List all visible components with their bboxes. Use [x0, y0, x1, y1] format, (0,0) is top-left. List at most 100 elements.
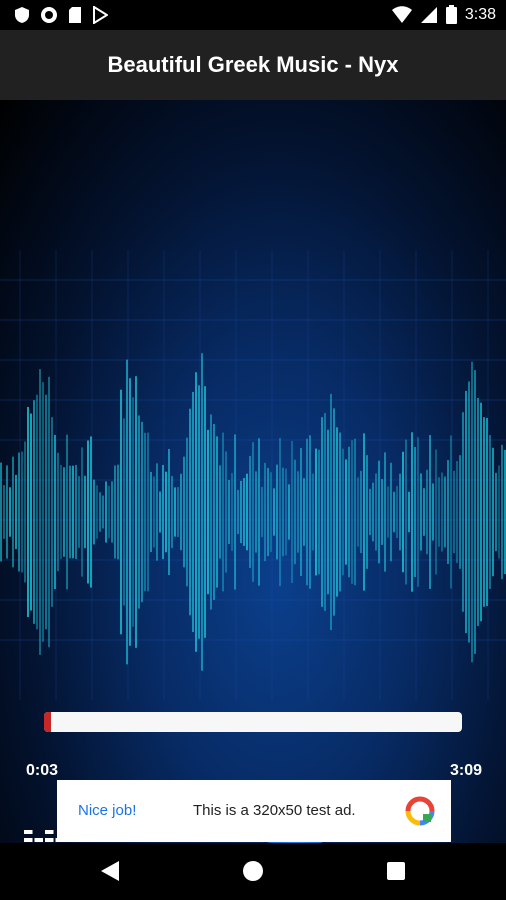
circle-icon — [41, 7, 57, 23]
wave-bar — [36, 394, 38, 630]
wave-bar — [99, 492, 101, 532]
home-icon[interactable] — [243, 861, 263, 881]
wave-bar — [120, 389, 122, 635]
wave-bar — [54, 434, 56, 590]
wave-bar — [9, 487, 11, 537]
wave-bar — [63, 467, 65, 557]
wave-bar — [90, 436, 92, 588]
ad-banner[interactable]: Nice job! This is a 320x50 test ad. — [57, 780, 451, 842]
wave-bar — [3, 485, 5, 539]
wave-bar — [444, 476, 446, 548]
wave-bar — [129, 378, 131, 646]
wave-bar — [264, 462, 266, 562]
wave-bar — [285, 468, 287, 556]
wave-bar — [462, 412, 464, 612]
wave-bar — [12, 456, 14, 568]
wave-bar — [60, 464, 62, 560]
wave-bar — [234, 434, 236, 590]
wave-bar — [150, 471, 152, 553]
wave-bar — [465, 390, 467, 634]
wave-bar — [24, 441, 26, 583]
wave-bar — [192, 392, 194, 632]
wave-bar — [309, 435, 311, 589]
wave-bar — [18, 452, 20, 572]
wave-bar — [138, 415, 140, 609]
wave-bar — [288, 484, 290, 540]
wave-bar — [390, 462, 392, 562]
wave-bar — [210, 414, 212, 610]
wave-bar — [279, 437, 281, 587]
wave-bar — [123, 418, 125, 606]
wave-bar — [387, 486, 389, 538]
wave-bar — [78, 476, 80, 548]
wave-bar — [6, 465, 8, 559]
equalizer-bar — [24, 838, 33, 842]
wave-bar — [42, 382, 44, 642]
wave-bar — [75, 464, 77, 560]
wave-bar — [141, 421, 143, 603]
wave-bar — [135, 376, 137, 648]
wave-bar — [447, 460, 449, 564]
wave-bar — [459, 455, 461, 569]
wave-bar — [480, 402, 482, 622]
wave-bar — [48, 376, 50, 648]
wave-bar — [168, 448, 170, 576]
back-icon[interactable] — [100, 860, 120, 882]
recents-icon[interactable] — [387, 862, 405, 880]
wave-bar — [186, 437, 188, 587]
wave-bar — [408, 491, 410, 533]
wave-bar — [102, 495, 104, 529]
wave-bar — [474, 370, 476, 654]
app-title: Beautiful Greek Music - Nyx — [107, 52, 399, 77]
wave-bar — [354, 438, 356, 586]
wave-bar — [207, 429, 209, 595]
seek-bar[interactable] — [44, 712, 462, 732]
wave-bar — [321, 417, 323, 607]
seek-bar-progress — [44, 712, 51, 732]
wave-bar — [228, 479, 230, 545]
elapsed-time: 0:03 — [26, 762, 59, 779]
wave-bar — [66, 434, 68, 590]
wave-bar — [330, 393, 332, 631]
battery-icon — [445, 5, 457, 24]
wave-bar — [492, 447, 494, 577]
wave-bar — [255, 471, 257, 553]
player-background: 0:03 3:09 — [0, 100, 506, 843]
wave-bar — [477, 398, 479, 626]
wave-bar — [162, 464, 164, 560]
wave-bar — [153, 476, 155, 548]
wave-bar — [240, 480, 242, 544]
wave-bar — [357, 477, 359, 547]
wave-bar — [363, 433, 365, 591]
wave-bar — [267, 467, 269, 557]
wave-bar — [336, 427, 338, 597]
wave-bar — [219, 465, 221, 559]
wave-bar — [204, 386, 206, 638]
wave-bar — [351, 440, 353, 584]
wave-bar — [471, 361, 473, 663]
wave-bar — [108, 485, 110, 539]
wave-bar — [39, 369, 41, 655]
wave-bar — [57, 452, 59, 572]
wave-bar — [294, 459, 296, 565]
wave-bar — [87, 440, 89, 584]
wave-bar — [483, 417, 485, 607]
play-store-icon — [93, 6, 108, 24]
wave-bar — [282, 467, 284, 557]
wave-bar — [45, 394, 47, 630]
wave-bar — [402, 451, 404, 573]
wave-bar — [258, 438, 260, 586]
wave-bar — [72, 465, 74, 559]
wave-bar — [366, 455, 368, 569]
wave-bar — [165, 471, 167, 553]
wave-bar — [327, 429, 329, 595]
wave-bar — [333, 408, 335, 616]
wave-bar — [84, 475, 86, 549]
wave-bar — [225, 451, 227, 573]
wave-bar — [189, 408, 191, 616]
wave-bar — [261, 486, 263, 538]
wave-bar — [222, 432, 224, 592]
wave-bar — [273, 488, 275, 536]
status-bar: 3:38 — [0, 0, 506, 30]
wave-bar — [486, 417, 488, 607]
